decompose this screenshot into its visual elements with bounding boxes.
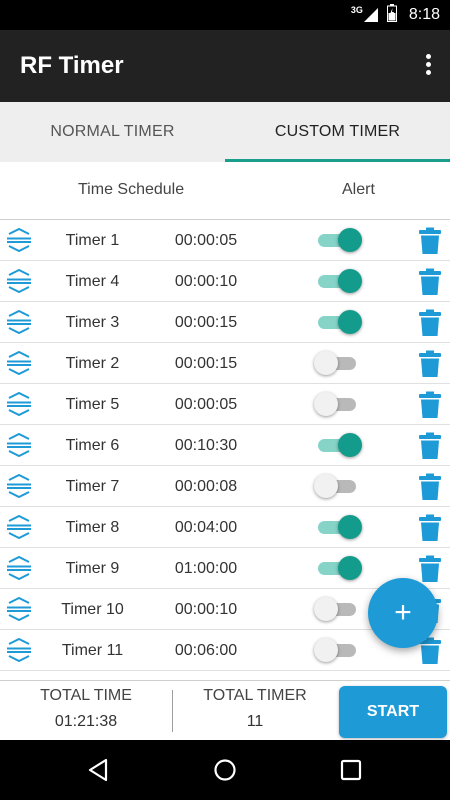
alert-toggle[interactable]	[314, 474, 364, 498]
signal-icon: 3G	[350, 5, 379, 23]
timer-name: Timer 6	[65, 437, 120, 454]
reorder-icon[interactable]	[6, 514, 32, 540]
summary-bar: TOTAL TIME 01:21:38 TOTAL TIMER 11 START	[0, 680, 450, 740]
timer-name: Timer 7	[65, 478, 120, 495]
reorder-icon[interactable]	[6, 227, 32, 253]
alert-header: Alert	[342, 181, 375, 198]
timer-duration: 00:06:00	[174, 642, 238, 659]
status-bar: 3G 8:18	[0, 0, 450, 30]
timer-name: Timer 10	[61, 601, 124, 618]
timer-duration: 00:00:15	[174, 314, 238, 331]
status-time: 8:18	[408, 6, 440, 23]
timer-row[interactable]: Timer 1 00:00:05	[0, 220, 450, 261]
timer-name: Timer 3	[65, 314, 120, 331]
trash-icon[interactable]	[418, 514, 442, 542]
reorder-icon[interactable]	[6, 596, 32, 622]
add-timer-button[interactable]: +	[368, 578, 438, 648]
more-vert-icon[interactable]	[422, 54, 434, 80]
timer-duration: 00:00:10	[174, 601, 238, 618]
tab-normal-timer[interactable]: NORMAL TIMER	[0, 102, 225, 162]
plus-icon: +	[394, 596, 412, 629]
trash-icon[interactable]	[418, 473, 442, 501]
timer-row[interactable]: Timer 5 00:00:05	[0, 384, 450, 425]
app-screen: 3G 8:18 RF Timer NORMAL TIMER CUSTOM TIM…	[0, 0, 450, 800]
timer-name: Timer 5	[65, 396, 120, 413]
timer-row[interactable]: Timer 2 00:00:15	[0, 343, 450, 384]
trash-icon[interactable]	[418, 432, 442, 460]
time-schedule-header: Time Schedule	[78, 181, 185, 198]
timer-row[interactable]: Timer 9 01:00:00	[0, 548, 450, 589]
reorder-icon[interactable]	[6, 268, 32, 294]
timer-duration: 01:00:00	[174, 560, 238, 577]
total-time: TOTAL TIME 01:21:38	[11, 687, 161, 731]
reorder-icon[interactable]	[6, 432, 32, 458]
reorder-icon[interactable]	[6, 309, 32, 335]
timer-row[interactable]: Timer 8 00:04:00	[0, 507, 450, 548]
timer-duration: 00:00:15	[174, 355, 238, 372]
battery-icon	[386, 3, 397, 27]
tab-bar: NORMAL TIMER CUSTOM TIMER	[0, 102, 450, 162]
timer-duration: 00:00:05	[174, 396, 238, 413]
total-timer: TOTAL TIMER 11	[180, 687, 330, 731]
app-title: RF Timer	[20, 52, 124, 79]
alert-toggle[interactable]	[314, 515, 364, 539]
timer-name: Timer 2	[65, 355, 120, 372]
alert-toggle[interactable]	[314, 433, 364, 457]
reorder-icon[interactable]	[6, 391, 32, 417]
total-timer-value: 11	[246, 713, 264, 730]
alert-toggle[interactable]	[314, 638, 364, 662]
timer-duration: 00:00:08	[174, 478, 238, 495]
trash-icon[interactable]	[418, 309, 442, 337]
timer-duration: 00:00:05	[174, 232, 238, 249]
home-icon[interactable]	[212, 757, 238, 783]
timer-name: Timer 4	[65, 273, 120, 290]
alert-toggle[interactable]	[314, 310, 364, 334]
alert-toggle[interactable]	[314, 392, 364, 416]
timer-duration: 00:00:10	[174, 273, 238, 290]
tab-custom-timer[interactable]: CUSTOM TIMER	[225, 102, 450, 162]
timer-name: Timer 8	[65, 519, 120, 536]
status-icons: 3G 8:18	[351, 0, 440, 30]
network-type-label: 3G	[350, 5, 363, 15]
timer-duration: 00:04:00	[174, 519, 238, 536]
total-time-value: 01:21:38	[54, 713, 118, 730]
trash-icon[interactable]	[418, 350, 442, 378]
total-time-label: TOTAL TIME	[40, 687, 132, 704]
divider	[172, 690, 173, 732]
trash-icon[interactable]	[418, 555, 442, 583]
timer-name: Timer 1	[65, 232, 120, 249]
reorder-icon[interactable]	[6, 350, 32, 376]
alert-toggle[interactable]	[314, 597, 364, 621]
trash-icon[interactable]	[418, 391, 442, 419]
reorder-icon[interactable]	[6, 637, 32, 663]
timer-row[interactable]: Timer 3 00:00:15	[0, 302, 450, 343]
recents-icon[interactable]	[338, 757, 364, 783]
reorder-icon[interactable]	[6, 555, 32, 581]
back-icon[interactable]	[86, 757, 112, 783]
timer-name: Timer 11	[61, 642, 124, 659]
alert-toggle[interactable]	[314, 228, 364, 252]
alert-toggle[interactable]	[314, 351, 364, 375]
alert-toggle[interactable]	[314, 269, 364, 293]
trash-icon[interactable]	[418, 227, 442, 255]
column-headers: Time Schedule Alert	[0, 162, 450, 220]
timer-name: Timer 9	[65, 560, 120, 577]
alert-toggle[interactable]	[314, 556, 364, 580]
timer-row[interactable]: Timer 7 00:00:08	[0, 466, 450, 507]
timer-row[interactable]: Timer 6 00:10:30	[0, 425, 450, 466]
start-button[interactable]: START	[339, 686, 447, 738]
app-bar: RF Timer	[0, 30, 450, 102]
reorder-icon[interactable]	[6, 473, 32, 499]
trash-icon[interactable]	[418, 268, 442, 296]
timer-row[interactable]: Timer 4 00:00:10	[0, 261, 450, 302]
total-timer-label: TOTAL TIMER	[203, 687, 307, 704]
timer-duration: 00:10:30	[174, 437, 238, 454]
system-nav-bar	[0, 740, 450, 800]
